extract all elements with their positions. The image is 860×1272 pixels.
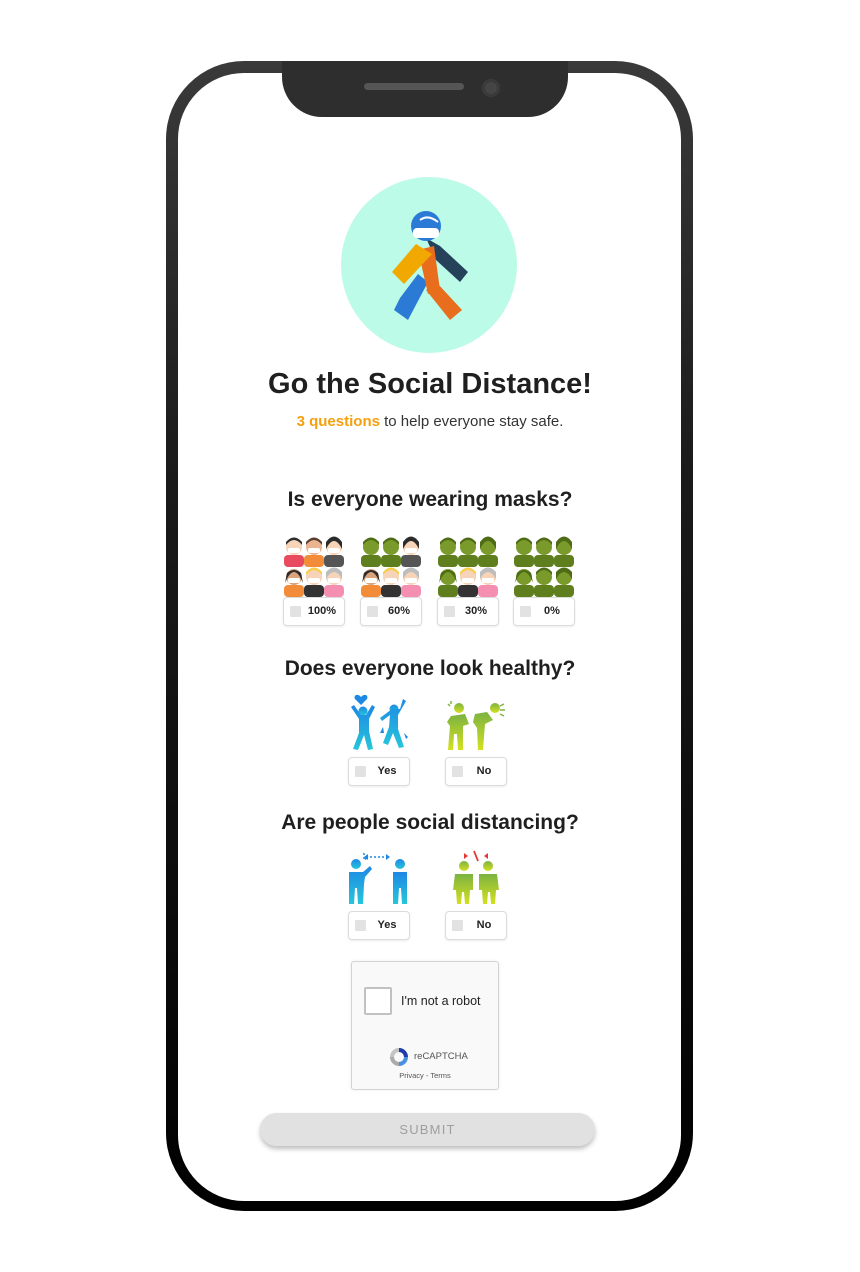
crowd-few-masked-icon: [438, 536, 498, 597]
crowd-mostly-masked-icon: [361, 536, 421, 597]
recaptcha-checkbox[interactable]: [364, 987, 392, 1015]
option-label: No: [476, 765, 492, 777]
subtitle-text: to help everyone stay safe.: [379, 413, 564, 430]
healthy-people-icon: [351, 694, 408, 750]
checkbox[interactable]: [355, 766, 366, 777]
checkbox[interactable]: [355, 920, 366, 931]
option-label: 30%: [464, 605, 488, 617]
close-people-icon: [453, 850, 499, 904]
recaptcha-widget: I'm not a robot reCAPTCHA Privacy - Term…: [351, 961, 499, 1090]
page-title: Go the Social Distance!: [268, 368, 592, 400]
speaker-grille: [364, 83, 464, 90]
option-masks-100[interactable]: 100%: [283, 597, 345, 626]
checkbox[interactable]: [290, 606, 301, 617]
option-distancing-no[interactable]: No: [445, 911, 507, 940]
recaptcha-brand: reCAPTCHA: [414, 1051, 468, 1062]
option-label: 100%: [307, 605, 337, 617]
page-subtitle: 3 questions to help everyone stay safe.: [180, 413, 680, 430]
distanced-people-icon: [349, 852, 407, 904]
option-label: 60%: [387, 605, 411, 617]
option-healthy-no[interactable]: No: [445, 757, 507, 786]
option-label: Yes: [377, 765, 397, 777]
option-masks-30[interactable]: 30%: [437, 597, 499, 626]
crowd-unmasked-icon: [514, 536, 574, 597]
checkbox[interactable]: [452, 920, 463, 931]
submit-button[interactable]: SUBMIT: [260, 1113, 595, 1146]
option-healthy-yes[interactable]: Yes: [348, 757, 410, 786]
recaptcha-logo-icon: [390, 1048, 408, 1066]
option-masks-0[interactable]: 0%: [513, 597, 575, 626]
walking-person-with-mask-icon: [392, 211, 468, 320]
question-distancing: Are people social distancing?: [281, 811, 579, 834]
question-healthy: Does everyone look healthy?: [284, 657, 576, 680]
recaptcha-label: I'm not a robot: [401, 994, 481, 1008]
front-camera: [482, 79, 500, 97]
option-label: 0%: [544, 605, 560, 617]
option-label: No: [476, 919, 492, 931]
checkbox[interactable]: [452, 766, 463, 777]
checkbox[interactable]: [444, 606, 455, 617]
question-masks: Is everyone wearing masks?: [287, 488, 573, 511]
recaptcha-links[interactable]: Privacy - Terms: [352, 1071, 498, 1080]
question-count-highlight: 3 questions: [296, 413, 380, 430]
crowd-all-masked-icon: [284, 536, 344, 597]
phone-notch: [282, 61, 568, 117]
option-label: Yes: [377, 919, 397, 931]
sick-people-icon: [447, 701, 505, 750]
checkbox[interactable]: [520, 606, 531, 617]
option-distancing-yes[interactable]: Yes: [348, 911, 410, 940]
option-masks-60[interactable]: 60%: [360, 597, 422, 626]
checkbox[interactable]: [367, 606, 378, 617]
